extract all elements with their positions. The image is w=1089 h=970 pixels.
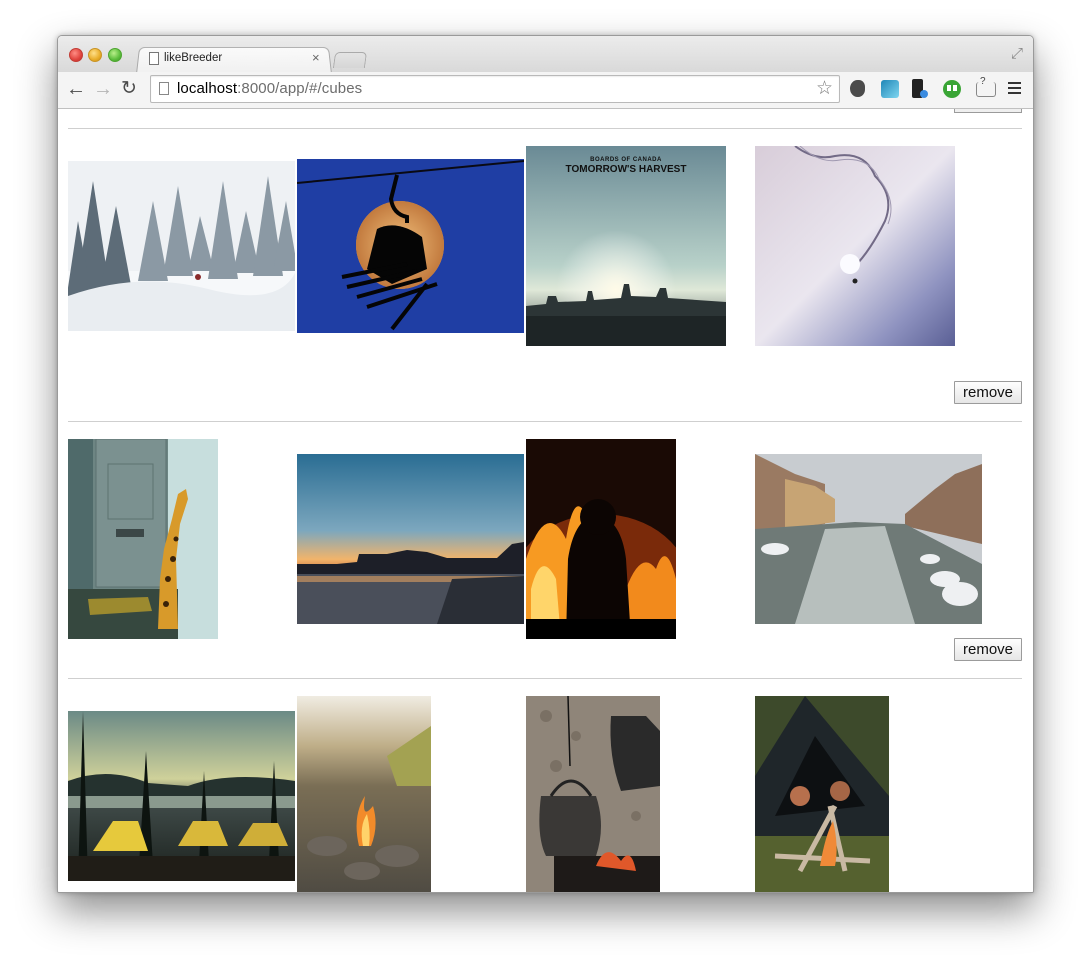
title-bar: likeBreeder × ⤢ bbox=[58, 36, 1033, 74]
evernote-icon[interactable] bbox=[850, 80, 865, 97]
phone-upload-badge-icon bbox=[920, 90, 928, 98]
close-window-button[interactable] bbox=[69, 48, 83, 62]
tab-title: likeBreeder bbox=[164, 52, 223, 64]
frozen-canal-photo[interactable] bbox=[755, 454, 982, 624]
address-bar[interactable]: localhost:8000/app/#/cubes ☆ bbox=[150, 75, 840, 103]
forward-arrow-icon[interactable]: → bbox=[93, 78, 113, 100]
page-icon bbox=[159, 82, 169, 95]
boards-of-canada-album-cover[interactable]: BOARDS OF CANADA TOMORROW'S HARVEST bbox=[526, 146, 726, 346]
remove-button[interactable]: remove bbox=[954, 381, 1022, 404]
remove-button[interactable]: remove bbox=[954, 638, 1022, 661]
page-icon bbox=[149, 52, 159, 65]
chairlift-silhouette-photo[interactable] bbox=[297, 159, 524, 333]
browser-window: likeBreeder × ⤢ ← → ↻ localhost:8000/app… bbox=[57, 35, 1034, 893]
aerial-skier-photo[interactable] bbox=[755, 146, 955, 346]
browser-toolbar: ← → ↻ localhost:8000/app/#/cubes ☆ ? bbox=[58, 72, 1033, 109]
album-caption-small: BOARDS OF CANADA bbox=[590, 157, 662, 163]
tab-content: likeBreeder × bbox=[144, 50, 330, 71]
hangouts-icon[interactable] bbox=[943, 80, 961, 98]
divider bbox=[68, 421, 1022, 422]
tab-close-icon[interactable]: × bbox=[312, 50, 320, 65]
bookmark-star-icon[interactable]: ☆ bbox=[816, 77, 833, 100]
bonfire-couple-photo[interactable] bbox=[526, 439, 676, 639]
help-question-mark: ? bbox=[980, 76, 986, 87]
url-text[interactable]: localhost:8000/app/#/cubes bbox=[177, 80, 362, 97]
new-tab-button[interactable] bbox=[332, 52, 368, 68]
album-caption-large: TOMORROW'S HARVEST bbox=[565, 164, 687, 175]
divider bbox=[68, 128, 1022, 129]
lit-tents-lake-photo[interactable] bbox=[68, 711, 295, 881]
minimize-window-button[interactable] bbox=[88, 48, 102, 62]
cubes-page: BOARDS OF CANADA TOMORROW'S HARVEST remo… bbox=[58, 109, 1033, 892]
tent-campfire-couple-photo[interactable] bbox=[755, 696, 889, 892]
kettle-over-fire-photo[interactable] bbox=[526, 696, 660, 892]
snowy-forest-skier-photo[interactable] bbox=[68, 161, 295, 331]
url-path: :8000/app/#/cubes bbox=[237, 80, 363, 97]
back-arrow-icon[interactable]: ← bbox=[66, 78, 86, 100]
url-host: localhost bbox=[177, 80, 238, 97]
zoom-window-button[interactable] bbox=[108, 48, 122, 62]
campfire-rocks-photo[interactable] bbox=[297, 696, 431, 892]
help-icon[interactable] bbox=[976, 82, 996, 97]
fullscreen-icon[interactable]: ⤢ bbox=[1011, 45, 1023, 62]
wave-icon[interactable] bbox=[881, 80, 899, 98]
door-giraffe-photo[interactable] bbox=[68, 439, 218, 639]
reload-icon[interactable]: ↻ bbox=[121, 78, 137, 100]
remove-button-partial[interactable] bbox=[954, 109, 1022, 113]
menu-icon[interactable] bbox=[1008, 82, 1021, 95]
divider bbox=[68, 678, 1022, 679]
sunset-harbor-photo[interactable] bbox=[297, 454, 524, 624]
